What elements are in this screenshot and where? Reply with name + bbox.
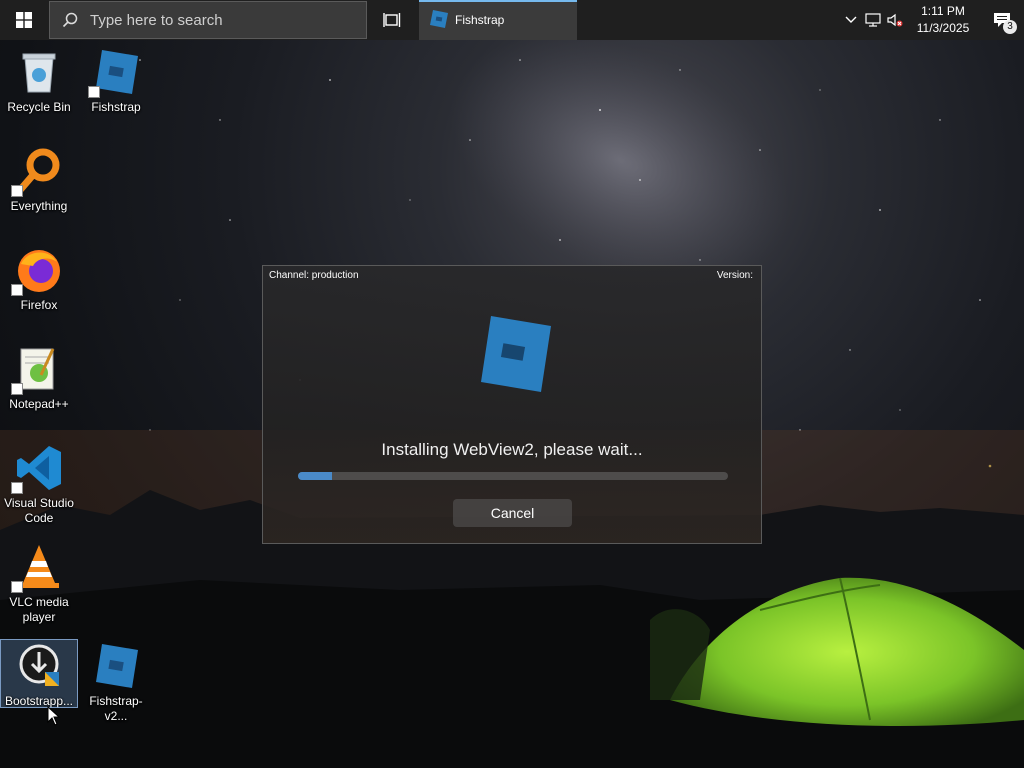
action-center-button[interactable]: 3 [980, 0, 1024, 40]
taskbar-app-fishstrap[interactable]: Fishstrap [419, 0, 577, 40]
start-button[interactable] [0, 0, 48, 40]
windows-logo-icon [16, 12, 32, 28]
install-progress-bar [298, 472, 728, 480]
desktop-icon-label: VLC media player [9, 595, 69, 624]
desktop-icon-label: Visual Studio Code [4, 496, 74, 525]
desktop-icon-label: Bootstrapp... [4, 694, 74, 708]
fishstrap-icon [429, 9, 449, 32]
desktop-icon-vlc[interactable]: VLC media player [1, 543, 77, 625]
shortcut-arrow-icon [11, 284, 23, 296]
desktop-icon-fishstrap[interactable]: Fishstrap [78, 48, 154, 115]
cancel-button[interactable]: Cancel [453, 499, 572, 527]
task-view-icon [383, 13, 401, 27]
notepad-plus-plus-icon [11, 345, 63, 395]
desktop-icon-label: Firefox [20, 298, 58, 312]
mouse-cursor-icon [47, 706, 61, 726]
system-tray: 1:11 PM 11/3/2025 3 [840, 0, 1024, 40]
desktop-icon-bootstrapper[interactable]: Bootstrapp... [0, 639, 78, 708]
firefox-icon [11, 246, 63, 296]
desktop-icon-label: Notepad++ [9, 397, 69, 411]
desktop-icon-notepad-plus-plus[interactable]: Notepad++ [1, 345, 77, 412]
vscode-icon [11, 444, 63, 494]
shortcut-arrow-icon [11, 185, 23, 197]
search-placeholder: Type here to search [90, 11, 223, 29]
show-hidden-icons-button[interactable] [840, 0, 862, 40]
clock-time: 1:11 PM [921, 4, 965, 18]
install-status-text: Installing WebView2, please wait... [381, 440, 643, 459]
shortcut-arrow-icon [11, 383, 23, 395]
desktop-icon-label: Fishstrap-v2... [89, 694, 143, 723]
version-label: Version: [716, 270, 753, 281]
taskbar: Type here to search Fishstrap 1:11 PM 11… [0, 0, 1024, 40]
volume-muted-icon [887, 13, 903, 27]
install-progress-fill [298, 472, 333, 480]
shortcut-arrow-icon [88, 86, 100, 98]
desktop-icon-label: Recycle Bin [7, 100, 71, 114]
network-icon [865, 13, 881, 27]
volume-button[interactable] [884, 0, 906, 40]
bootstrapper-installer-icon [15, 642, 63, 690]
fishstrap-icon [88, 48, 140, 98]
taskbar-search-box[interactable]: Type here to search [49, 1, 367, 39]
fishstrap-icon [92, 642, 140, 690]
shortcut-arrow-icon [11, 482, 23, 494]
desktop-icon-fishstrap-v2[interactable]: Fishstrap-v2... [78, 642, 154, 724]
search-icon [50, 12, 90, 28]
taskbar-app-label: Fishstrap [455, 13, 505, 27]
bootstrapper-dialog: Channel: production Version: Installing … [262, 265, 762, 544]
chevron-up-icon [845, 16, 857, 23]
taskbar-clock[interactable]: 1:11 PM 11/3/2025 [910, 3, 976, 37]
desktop-icon-vscode[interactable]: Visual Studio Code [1, 444, 77, 526]
desktop-icon-label: Fishstrap [91, 100, 141, 114]
desktop-icon-everything[interactable]: Everything [1, 147, 77, 214]
desktop-icon-recycle-bin[interactable]: Recycle Bin [1, 48, 77, 115]
notification-count-badge: 3 [1003, 20, 1017, 34]
network-button[interactable] [862, 0, 884, 40]
vlc-icon [11, 543, 63, 593]
recycle-bin-icon [15, 48, 63, 96]
everything-search-icon [11, 147, 63, 197]
fishstrap-logo-icon [473, 314, 553, 399]
shortcut-arrow-icon [11, 581, 23, 593]
clock-date: 11/3/2025 [916, 21, 970, 35]
desktop-icon-firefox[interactable]: Firefox [1, 246, 77, 313]
desktop-icon-label: Everything [10, 199, 68, 213]
channel-label: Channel: production [269, 270, 359, 281]
task-view-button[interactable] [368, 0, 416, 40]
